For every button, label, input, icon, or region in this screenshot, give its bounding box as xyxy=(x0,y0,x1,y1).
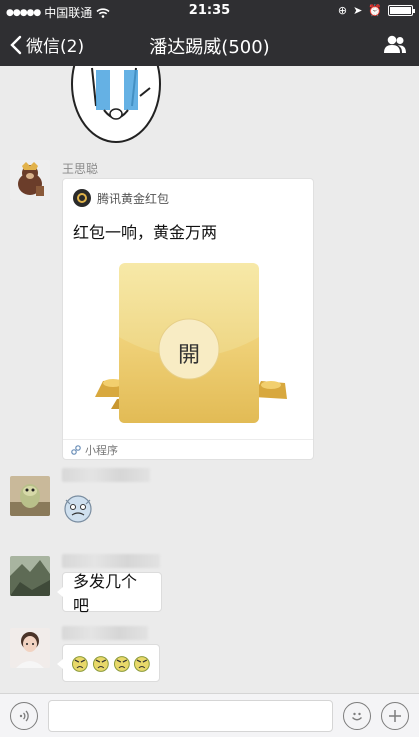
blurred-sender-name xyxy=(62,626,148,640)
sender-name: 王思聪 xyxy=(62,162,99,176)
location-icon: ➤ xyxy=(353,4,363,17)
message-text: 多发几个吧 xyxy=(73,572,138,615)
card-footer: 小程序 xyxy=(63,439,313,459)
mini-program-label: 小程序 xyxy=(85,443,118,457)
emoji-button[interactable] xyxy=(343,702,371,730)
lock-rotation-icon: ⊕ xyxy=(337,4,348,17)
nav-bar: 微信(2) 潘达踢威(500) xyxy=(0,22,419,66)
card-title: 红包一响，黄金万两 xyxy=(73,223,218,242)
battery-icon xyxy=(388,5,415,16)
group-profile-icon[interactable] xyxy=(383,34,407,54)
emoji-message-bubble[interactable] xyxy=(57,644,160,682)
angry-face-emoji-icon xyxy=(134,656,151,672)
more-options-button[interactable] xyxy=(381,702,409,730)
avatar-image xyxy=(10,628,50,668)
avatar-image xyxy=(10,160,50,200)
chat-area: 王思聪 腾讯黄金红包 红包一响，黄金万两 開 小程序 多发几个吧 xyxy=(0,66,419,693)
avatar[interactable] xyxy=(10,476,50,516)
blurred-sender-name xyxy=(62,468,150,482)
status-right: ⊕ ➤ ⏰ xyxy=(337,4,415,17)
gold-red-packet-card[interactable]: 腾讯黄金红包 红包一响，黄金万两 開 小程序 xyxy=(62,178,314,460)
plus-icon xyxy=(389,710,401,722)
avatar[interactable] xyxy=(10,628,50,668)
chat-title: 潘达踢威(500) xyxy=(149,37,270,58)
angry-face-emoji-icon xyxy=(92,656,109,672)
smiley-icon xyxy=(352,712,362,721)
card-app-name: 腾讯黄金红包 xyxy=(97,191,170,206)
avatar[interactable] xyxy=(10,556,50,596)
voice-input-button[interactable] xyxy=(10,702,38,730)
alarm-icon: ⏰ xyxy=(368,4,382,17)
avatar-image xyxy=(10,556,50,596)
text-message-bubble[interactable]: 多发几个吧 xyxy=(57,572,162,615)
avatar[interactable] xyxy=(10,160,50,200)
angry-face-emoji-icon xyxy=(113,656,130,672)
voice-icon xyxy=(19,710,29,722)
small-sticker[interactable] xyxy=(62,494,94,524)
avatar-image xyxy=(10,476,50,516)
card-header: 腾讯黄金红包 xyxy=(73,189,169,207)
crying-face-sticker[interactable] xyxy=(70,66,162,150)
link-icon xyxy=(71,444,81,455)
message-input[interactable] xyxy=(48,700,333,732)
input-bar xyxy=(0,693,419,737)
status-bar: ●●●●● 中国联通 21:35 ⊕ ➤ ⏰ xyxy=(0,0,419,22)
mini-program-logo-icon xyxy=(73,189,91,207)
envelope-open-char: 開 xyxy=(177,343,200,368)
angry-face-emoji-icon xyxy=(71,656,88,672)
blurred-sender-name xyxy=(62,554,160,568)
